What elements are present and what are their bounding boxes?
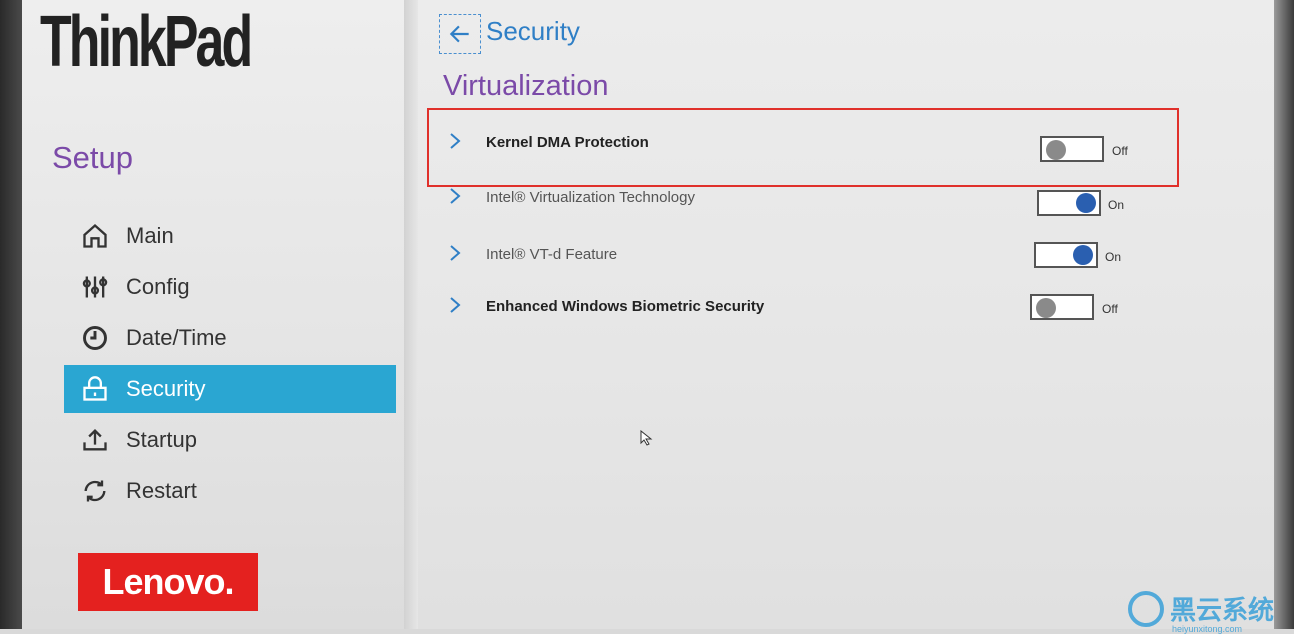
biometric-toggle[interactable] xyxy=(1030,294,1094,320)
intel-vt-toggle[interactable] xyxy=(1037,190,1101,216)
toggle-state: Off xyxy=(1112,144,1128,158)
setting-label: Kernel DMA Protection xyxy=(486,133,649,151)
refresh-icon xyxy=(78,474,112,508)
toggle-knob xyxy=(1046,140,1066,160)
breadcrumb: Security xyxy=(486,16,580,46)
watermark-subtext: heiyunxitong.com xyxy=(1171,624,1243,634)
setting-label: Intel® Virtualization Technology xyxy=(486,188,695,206)
sidebar-item-main[interactable]: Main xyxy=(64,212,396,260)
setting-label: Enhanced Windows Biometric Security xyxy=(486,297,765,315)
kernel-dma-toggle[interactable] xyxy=(1040,136,1104,162)
sidebar-item-datetime[interactable]: Date/Time xyxy=(64,314,396,362)
monitor-bezel-right xyxy=(1274,0,1294,629)
sidebar: ThinkPad Setup Main Config Date/Time Sec… xyxy=(22,0,406,629)
sidebar-item-label: Date/Time xyxy=(126,325,227,350)
sidebar-nav: Main Config Date/Time Security Startup R… xyxy=(64,212,396,518)
back-button[interactable] xyxy=(439,14,481,54)
mouse-cursor-icon xyxy=(640,430,653,446)
sidebar-item-label: Config xyxy=(126,274,190,299)
toggle-state: Off xyxy=(1102,302,1118,316)
thinkpad-logo: ThinkPad xyxy=(40,2,253,82)
clock-icon xyxy=(78,321,112,355)
setting-label: Intel® VT-d Feature xyxy=(486,245,618,263)
lenovo-logo: Lenovo. xyxy=(78,553,258,611)
sidebar-item-restart[interactable]: Restart xyxy=(64,467,396,515)
watermark-text: 黑云系统 xyxy=(1169,595,1274,625)
toggle-state: On xyxy=(1108,198,1125,212)
chevron-right-icon xyxy=(448,244,468,264)
toggle-knob xyxy=(1073,245,1093,265)
chevron-right-icon xyxy=(448,132,468,152)
chevron-right-icon xyxy=(448,296,468,316)
toggle-knob xyxy=(1076,193,1096,213)
watermark: 黑云系统 heiyunxitong.com xyxy=(1127,590,1274,634)
sidebar-item-config[interactable]: Config xyxy=(64,263,396,311)
sliders-icon xyxy=(78,270,112,304)
toggle-state: On xyxy=(1105,250,1122,264)
lock-icon xyxy=(78,372,112,406)
vtd-toggle[interactable] xyxy=(1034,242,1098,268)
cloud-logo-icon xyxy=(1127,590,1164,627)
sidebar-item-startup[interactable]: Startup xyxy=(64,416,396,464)
chevron-right-icon xyxy=(448,187,468,207)
sidebar-item-label: Security xyxy=(126,376,206,401)
sidebar-item-security[interactable]: Security xyxy=(64,365,396,413)
setup-title: Setup xyxy=(52,140,134,175)
panel-divider xyxy=(404,0,418,629)
sidebar-item-label: Main xyxy=(126,223,174,248)
arrow-left-icon xyxy=(449,25,469,43)
home-icon xyxy=(78,219,112,253)
upload-icon xyxy=(78,423,112,457)
sidebar-item-label: Startup xyxy=(126,427,197,452)
sidebar-item-label: Restart xyxy=(126,478,197,503)
toggle-knob xyxy=(1036,298,1056,318)
monitor-bezel-left xyxy=(0,0,22,629)
section-title: Virtualization xyxy=(443,70,609,102)
main-panel: Security Virtualization Kernel DMA Prote… xyxy=(418,0,1274,629)
